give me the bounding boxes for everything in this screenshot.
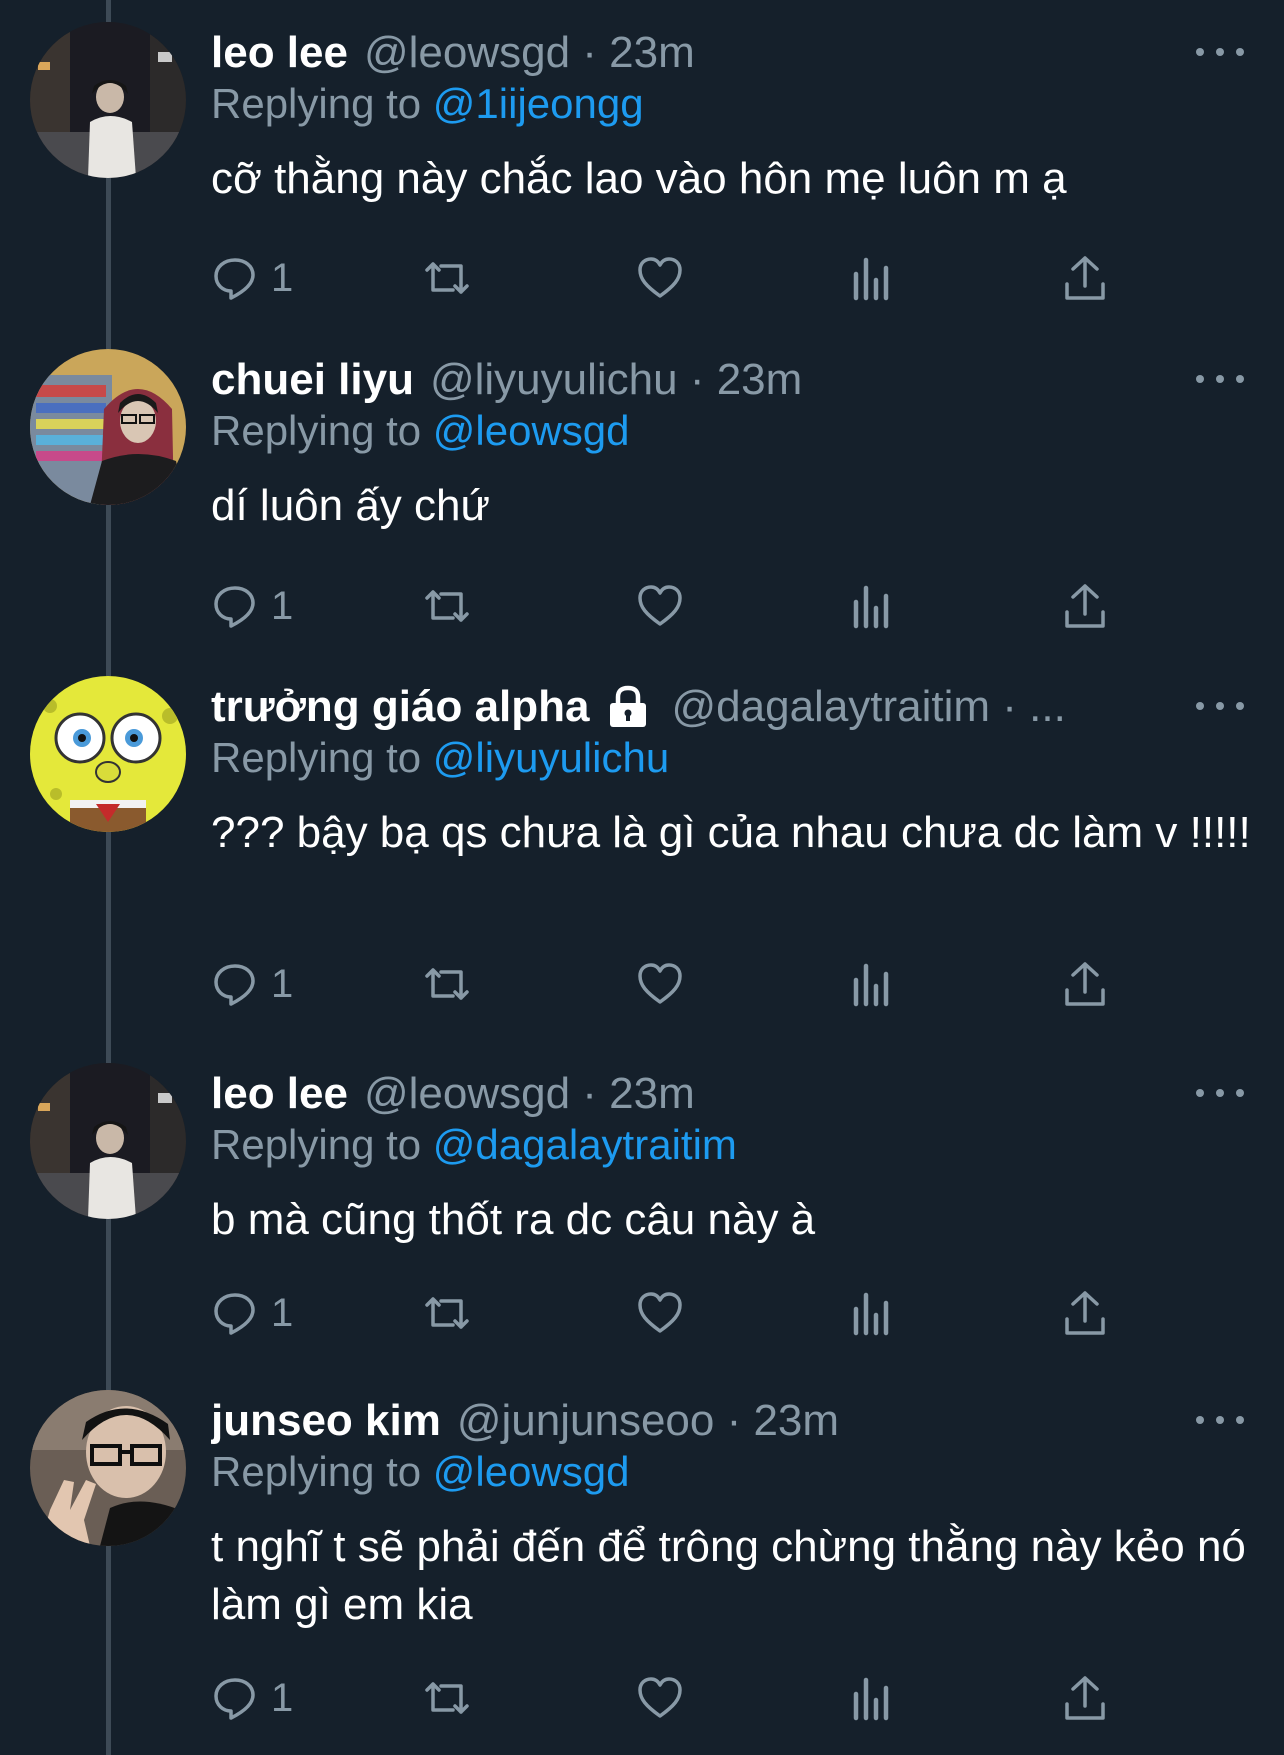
like-button[interactable] bbox=[636, 1285, 684, 1341]
tweet-text: t nghĩ t sẽ phải đến để trông chừng thằn… bbox=[211, 1522, 1246, 1629]
tweet-actions: 1 bbox=[211, 250, 1161, 306]
tweet-text: ??? bậy bạ qs chưa là gì của nhau chưa d… bbox=[211, 808, 1251, 857]
retweet-icon bbox=[425, 968, 469, 1000]
more-options-icon[interactable] bbox=[1196, 38, 1244, 66]
reply-icon bbox=[214, 1678, 255, 1720]
tweet-text: dí luôn ấy chứ bbox=[211, 481, 490, 530]
mention-link[interactable]: @leowsgd bbox=[433, 1448, 630, 1495]
analytics-icon bbox=[853, 257, 889, 301]
tweet-text: cỡ thằng này chắc lao vào hôn mẹ luôn m … bbox=[211, 154, 1067, 203]
retweet-button[interactable] bbox=[423, 578, 471, 634]
reply-button[interactable]: 1 bbox=[211, 1285, 293, 1341]
handle-and-time[interactable]: @leowsgd · 23m bbox=[364, 28, 695, 78]
handle-and-time[interactable]: @junjunseoo · 23m bbox=[457, 1396, 839, 1446]
analytics-icon bbox=[853, 963, 889, 1007]
more-options-icon[interactable] bbox=[1196, 1079, 1244, 1107]
display-name[interactable]: chuei liyu bbox=[211, 355, 414, 405]
retweet-button[interactable] bbox=[423, 250, 471, 306]
replying-to: Replying to @dagalaytraitim bbox=[211, 1121, 737, 1168]
reply-icon bbox=[214, 586, 255, 628]
analytics-button[interactable] bbox=[848, 578, 896, 634]
retweet-icon bbox=[425, 1297, 469, 1329]
like-button[interactable] bbox=[636, 578, 684, 634]
mention-link[interactable]: @1iijeongg bbox=[433, 80, 644, 127]
analytics-icon bbox=[853, 585, 889, 629]
avatar[interactable] bbox=[30, 676, 186, 832]
retweet-button[interactable] bbox=[423, 1670, 471, 1726]
more-options-icon[interactable] bbox=[1196, 365, 1244, 393]
lock-icon bbox=[606, 685, 650, 729]
heart-icon bbox=[638, 963, 682, 1004]
share-button[interactable] bbox=[1061, 1670, 1109, 1726]
like-button[interactable] bbox=[636, 250, 684, 306]
reply-icon bbox=[214, 964, 255, 1006]
reply-button[interactable]: 1 bbox=[211, 250, 293, 306]
mention-link[interactable]: @liyuyulichu bbox=[433, 734, 669, 781]
like-button[interactable] bbox=[636, 956, 684, 1012]
tweet-actions: 1 bbox=[211, 1285, 1161, 1341]
tweet-text: b mà cũng thốt ra dc câu này à bbox=[211, 1195, 816, 1244]
analytics-icon bbox=[853, 1292, 889, 1336]
tweet-actions: 1 bbox=[211, 1670, 1161, 1726]
reply-button[interactable]: 1 bbox=[211, 1670, 293, 1726]
mention-link[interactable]: @dagalaytraitim bbox=[433, 1121, 737, 1168]
display-name[interactable]: trưởng giáo alpha bbox=[211, 682, 590, 732]
share-icon bbox=[1065, 962, 1105, 1006]
handle-and-time[interactable]: @liyuyulichu · 23m bbox=[430, 355, 802, 405]
share-button[interactable] bbox=[1061, 250, 1109, 306]
handle-and-time[interactable]: @leowsgd · 23m bbox=[364, 1069, 695, 1119]
reply-button[interactable]: 1 bbox=[211, 956, 293, 1012]
replying-to: Replying to @liyuyulichu bbox=[211, 734, 670, 781]
share-button[interactable] bbox=[1061, 1285, 1109, 1341]
heart-icon bbox=[638, 257, 682, 298]
avatar[interactable] bbox=[30, 1063, 186, 1219]
mention-link[interactable]: @leowsgd bbox=[433, 407, 630, 454]
tweet-actions: 1 bbox=[211, 578, 1161, 634]
share-button[interactable] bbox=[1061, 578, 1109, 634]
replying-to: Replying to @leowsgd bbox=[211, 407, 630, 454]
share-icon bbox=[1065, 1291, 1105, 1335]
retweet-button[interactable] bbox=[423, 1285, 471, 1341]
display-name[interactable]: leo lee bbox=[211, 1069, 348, 1119]
analytics-button[interactable] bbox=[848, 1285, 896, 1341]
avatar[interactable] bbox=[30, 22, 186, 178]
replying-to: Replying to @1iijeongg bbox=[211, 80, 644, 127]
replying-to: Replying to @leowsgd bbox=[211, 1448, 630, 1495]
analytics-icon bbox=[853, 1677, 889, 1721]
reply-button[interactable]: 1 bbox=[211, 578, 293, 634]
share-icon bbox=[1065, 1676, 1105, 1720]
analytics-button[interactable] bbox=[848, 250, 896, 306]
share-icon bbox=[1065, 256, 1105, 300]
display-name[interactable]: leo lee bbox=[211, 28, 348, 78]
heart-icon bbox=[638, 585, 682, 626]
reply-count: 1 bbox=[271, 255, 294, 300]
more-options-icon[interactable] bbox=[1196, 692, 1244, 720]
more-options-icon[interactable] bbox=[1196, 1406, 1244, 1434]
retweet-button[interactable] bbox=[423, 956, 471, 1012]
reply-icon bbox=[214, 1293, 255, 1335]
tweet-actions: 1 bbox=[211, 956, 1161, 1012]
reply-count: 1 bbox=[271, 583, 294, 628]
analytics-button[interactable] bbox=[848, 956, 896, 1012]
share-icon bbox=[1065, 584, 1105, 628]
reply-count: 1 bbox=[271, 1290, 294, 1335]
analytics-button[interactable] bbox=[848, 1670, 896, 1726]
heart-icon bbox=[638, 1292, 682, 1333]
display-name[interactable]: junseo kim bbox=[211, 1396, 441, 1446]
handle-and-time[interactable]: @dagalaytraitim · ... bbox=[672, 682, 1066, 732]
retweet-icon bbox=[425, 590, 469, 622]
heart-icon bbox=[638, 1677, 682, 1718]
share-button[interactable] bbox=[1061, 956, 1109, 1012]
avatar[interactable] bbox=[30, 349, 186, 505]
reply-icon bbox=[214, 258, 255, 300]
avatar[interactable] bbox=[30, 1390, 186, 1546]
reply-count: 1 bbox=[271, 961, 294, 1006]
reply-count: 1 bbox=[271, 1675, 294, 1720]
like-button[interactable] bbox=[636, 1670, 684, 1726]
retweet-icon bbox=[425, 1682, 469, 1714]
retweet-icon bbox=[425, 262, 469, 294]
